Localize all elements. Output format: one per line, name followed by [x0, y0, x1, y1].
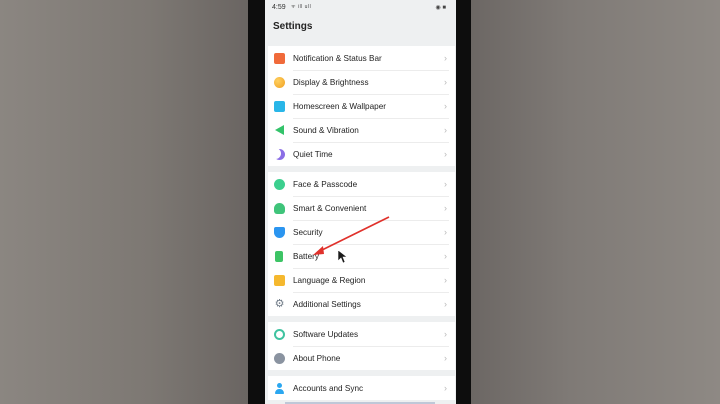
settings-item-label: Notification & Status Bar [293, 53, 382, 63]
settings-item-about-phone[interactable]: About Phone › [268, 346, 455, 370]
chevron-right-icon: › [444, 101, 447, 111]
sound-icon [275, 125, 284, 135]
notification-icon [274, 52, 285, 64]
settings-item-accounts-sync[interactable]: Accounts and Sync › [268, 376, 455, 400]
settings-item-label: Homescreen & Wallpaper [293, 101, 386, 111]
language-icon [274, 274, 285, 286]
settings-item-battery[interactable]: Battery › [268, 244, 455, 268]
chevron-right-icon: › [444, 227, 447, 237]
settings-item-display[interactable]: Display & Brightness › [268, 70, 455, 94]
settings-item-label: Security [293, 227, 323, 237]
status-right-icons: ◉ ■ [435, 5, 446, 11]
settings-item-additional-settings[interactable]: ⚙ Additional Settings › [268, 292, 455, 316]
settings-item-sound[interactable]: Sound & Vibration › [268, 118, 455, 142]
battery-icon [275, 250, 283, 262]
settings-item-label: Additional Settings [293, 299, 361, 309]
video-background-right [471, 0, 720, 404]
update-icon [274, 328, 285, 340]
settings-item-label: About Phone [293, 353, 341, 363]
settings-group-about: Software Updates › About Phone › [268, 322, 455, 370]
chevron-right-icon: › [444, 53, 447, 63]
settings-item-notification[interactable]: Notification & Status Bar › [268, 46, 455, 70]
smart-icon [274, 202, 285, 214]
chevron-right-icon: › [444, 251, 447, 261]
settings-item-security[interactable]: Security › [268, 220, 455, 244]
chevron-right-icon: › [444, 149, 447, 159]
chevron-right-icon: › [444, 329, 447, 339]
chevron-right-icon: › [444, 203, 447, 213]
phone-bezel-left [248, 0, 265, 404]
settings-item-label: Sound & Vibration [293, 125, 359, 135]
status-time: 4:59 [272, 4, 286, 11]
settings-item-label: Accounts and Sync [293, 383, 364, 393]
settings-item-label: Quiet Time [293, 149, 333, 159]
settings-item-label: Language & Region [293, 275, 366, 285]
chevron-right-icon: › [444, 77, 447, 87]
settings-item-software-updates[interactable]: Software Updates › [268, 322, 455, 346]
chevron-right-icon: › [444, 353, 447, 363]
settings-group-system: Face & Passcode › Smart & Convenient › S… [268, 172, 455, 316]
face-icon [274, 178, 285, 190]
chevron-right-icon: › [444, 383, 447, 393]
phone-bezel-right [456, 0, 471, 404]
chevron-right-icon: › [444, 299, 447, 309]
status-bar: 4:59 ᯤ ill ull ◉ ■ [265, 0, 456, 16]
shield-icon [274, 226, 285, 238]
chevron-right-icon: › [444, 179, 447, 189]
phone-screen: 4:59 ᯤ ill ull ◉ ■ Settings Notification… [265, 0, 456, 404]
chevron-right-icon: › [444, 275, 447, 285]
moon-icon [274, 149, 285, 160]
chevron-right-icon: › [444, 125, 447, 135]
settings-item-label: Display & Brightness [293, 77, 369, 87]
display-icon [274, 76, 285, 88]
settings-group-display: Notification & Status Bar › Display & Br… [268, 46, 455, 166]
gear-icon: ⚙ [274, 297, 285, 310]
settings-item-label: Battery [293, 251, 319, 261]
settings-item-language-region[interactable]: Language & Region › [268, 268, 455, 292]
settings-group-accounts: Accounts and Sync › [268, 376, 455, 400]
page-title: Settings [273, 21, 313, 32]
settings-item-homescreen[interactable]: Homescreen & Wallpaper › [268, 94, 455, 118]
settings-item-smart-convenient[interactable]: Smart & Convenient › [268, 196, 455, 220]
settings-item-quiet-time[interactable]: Quiet Time › [268, 142, 455, 166]
settings-item-label: Software Updates [293, 329, 359, 339]
video-background-left [0, 0, 248, 404]
settings-item-face-passcode[interactable]: Face & Passcode › [268, 172, 455, 196]
settings-item-label: Face & Passcode [293, 179, 358, 189]
person-icon [274, 383, 285, 394]
homescreen-icon [274, 100, 285, 112]
settings-item-label: Smart & Convenient [293, 203, 367, 213]
signal-icons: ᯤ ill ull [291, 4, 312, 10]
info-icon [274, 352, 285, 364]
